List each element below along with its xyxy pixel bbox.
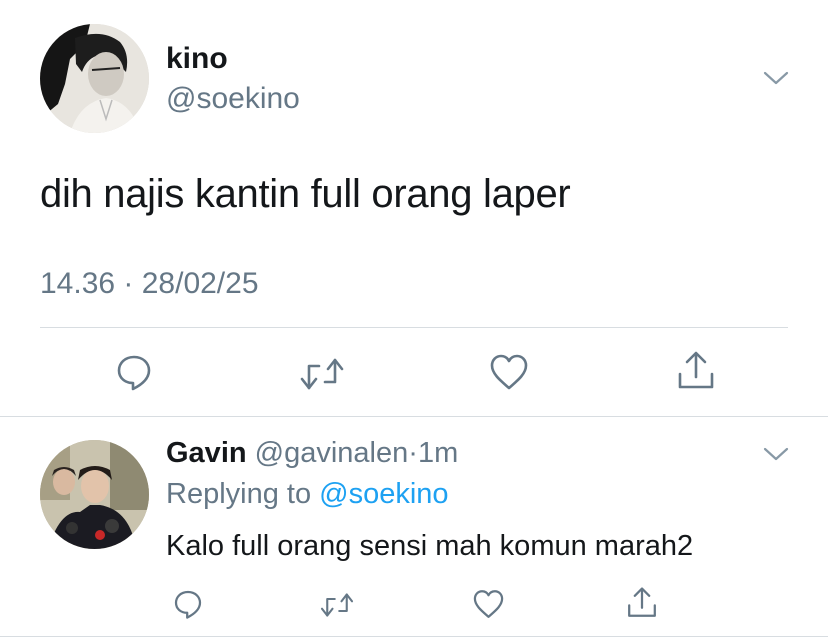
reply-text: Kalo full orang sensi mah komun marah2 [166, 530, 694, 562]
main-tweet: kino @soekino dih najis kantin full oran… [0, 0, 828, 416]
chevron-down-icon[interactable] [762, 446, 790, 462]
reply-time[interactable]: 1m [418, 437, 458, 469]
user-handle[interactable]: @gavinalen [255, 437, 409, 469]
user-handle[interactable]: @soekino [166, 82, 300, 116]
heart-icon[interactable] [488, 352, 530, 392]
divider [40, 327, 788, 328]
avatar-photo [40, 440, 149, 549]
share-icon[interactable] [676, 350, 716, 392]
display-name[interactable]: Gavin [166, 437, 247, 469]
chevron-down-icon[interactable] [762, 70, 790, 86]
reply-header: Gavin @gavinalen·1m [166, 437, 458, 470]
avatar[interactable] [40, 440, 149, 549]
reply-icon[interactable] [171, 588, 205, 620]
tweet-timestamp[interactable]: 14.36 · 28/02/25 [40, 267, 259, 301]
replying-to: Replying to @soekino [166, 478, 449, 511]
avatar[interactable] [40, 24, 149, 133]
display-name[interactable]: kino [166, 42, 228, 76]
avatar-photo [40, 24, 149, 133]
divider [0, 416, 828, 417]
replying-to-label: Replying to [166, 478, 320, 510]
separator-dot: · [408, 437, 418, 469]
retweet-icon[interactable] [299, 354, 345, 394]
heart-icon[interactable] [471, 588, 506, 620]
tweet-text: dih najis kantin full orang laper [40, 172, 571, 216]
divider [0, 636, 828, 637]
share-icon[interactable] [626, 586, 658, 620]
reply-icon[interactable] [114, 352, 154, 392]
retweet-icon[interactable] [318, 590, 356, 620]
mention-link[interactable]: @soekino [319, 478, 448, 510]
